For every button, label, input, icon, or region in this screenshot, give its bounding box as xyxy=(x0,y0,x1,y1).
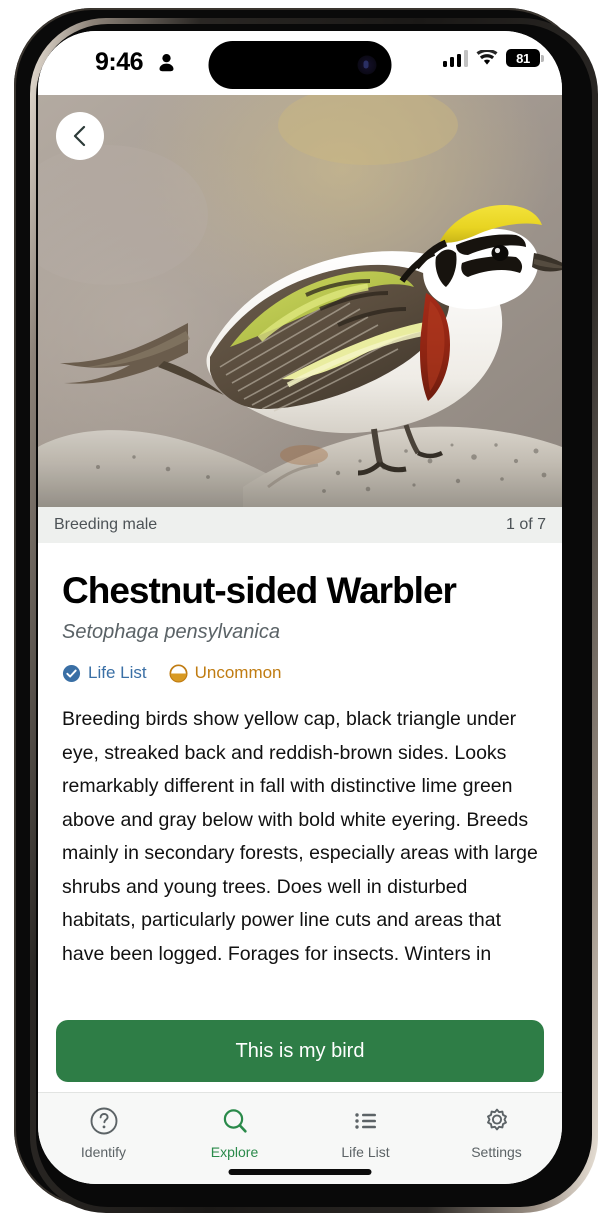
status-time: 9:46 xyxy=(95,48,144,76)
status-badge-uncommon[interactable]: Uncommon xyxy=(169,663,282,683)
battery-icon: 81 xyxy=(506,49,544,67)
cta-container: This is my bird xyxy=(38,1008,562,1092)
bird-photograph xyxy=(38,95,562,507)
status-badge-label: Uncommon xyxy=(194,663,282,683)
photo-caption: Breeding male xyxy=(54,516,158,533)
front-camera-icon xyxy=(357,55,377,75)
phone-screen: 9:46 81 Breeding male 1 of 7 Chestnut-si… xyxy=(38,31,562,1184)
species-description: Breeding birds show yellow cap, black tr… xyxy=(62,708,538,965)
tab-label: Explore xyxy=(210,1144,259,1160)
gear-icon xyxy=(486,1108,507,1131)
list-icon xyxy=(354,1113,376,1129)
status-indicators: 81 xyxy=(442,49,544,67)
species-photo[interactable] xyxy=(38,95,562,507)
tab-identify[interactable]: Identify xyxy=(38,1093,169,1184)
battery-level: 81 xyxy=(516,50,530,66)
bottom-tab-bar: Identify Explore Life List Settings xyxy=(38,1092,562,1184)
search-icon xyxy=(223,1109,247,1133)
dynamic-island xyxy=(208,41,392,89)
cellular-signal-icon xyxy=(442,50,468,67)
status-badge-life-list[interactable]: Life List xyxy=(62,663,147,683)
species-details: Chestnut-sided Warbler Setophaga pensylv… xyxy=(38,543,562,972)
tab-label: Settings xyxy=(471,1144,522,1160)
person-icon xyxy=(159,54,174,72)
photo-counter: 1 of 7 xyxy=(505,516,546,533)
check-circle-icon xyxy=(62,664,81,682)
this-is-my-bird-button[interactable]: This is my bird xyxy=(56,1020,544,1082)
question-circle-icon xyxy=(90,1107,117,1135)
cta-label: This is my bird xyxy=(235,1039,365,1062)
photo-caption-bar: Breeding male 1 of 7 xyxy=(38,507,562,543)
tab-settings[interactable]: Settings xyxy=(431,1093,562,1184)
scientific-name: Setophaga pensylvanica xyxy=(62,621,280,644)
status-badge-label: Life List xyxy=(88,663,147,683)
page-title: Chestnut-sided Warbler xyxy=(62,570,457,611)
home-indicator xyxy=(228,1169,372,1175)
status-bar: 9:46 81 xyxy=(38,31,562,95)
tab-label: Identify xyxy=(80,1144,127,1160)
chevron-left-icon xyxy=(73,125,86,147)
status-badges: Life List Uncommon xyxy=(62,663,538,683)
half-filled-circle-icon xyxy=(169,664,188,683)
back-button[interactable] xyxy=(56,112,104,160)
wifi-icon xyxy=(476,49,498,65)
tab-label: Life List xyxy=(341,1144,390,1160)
